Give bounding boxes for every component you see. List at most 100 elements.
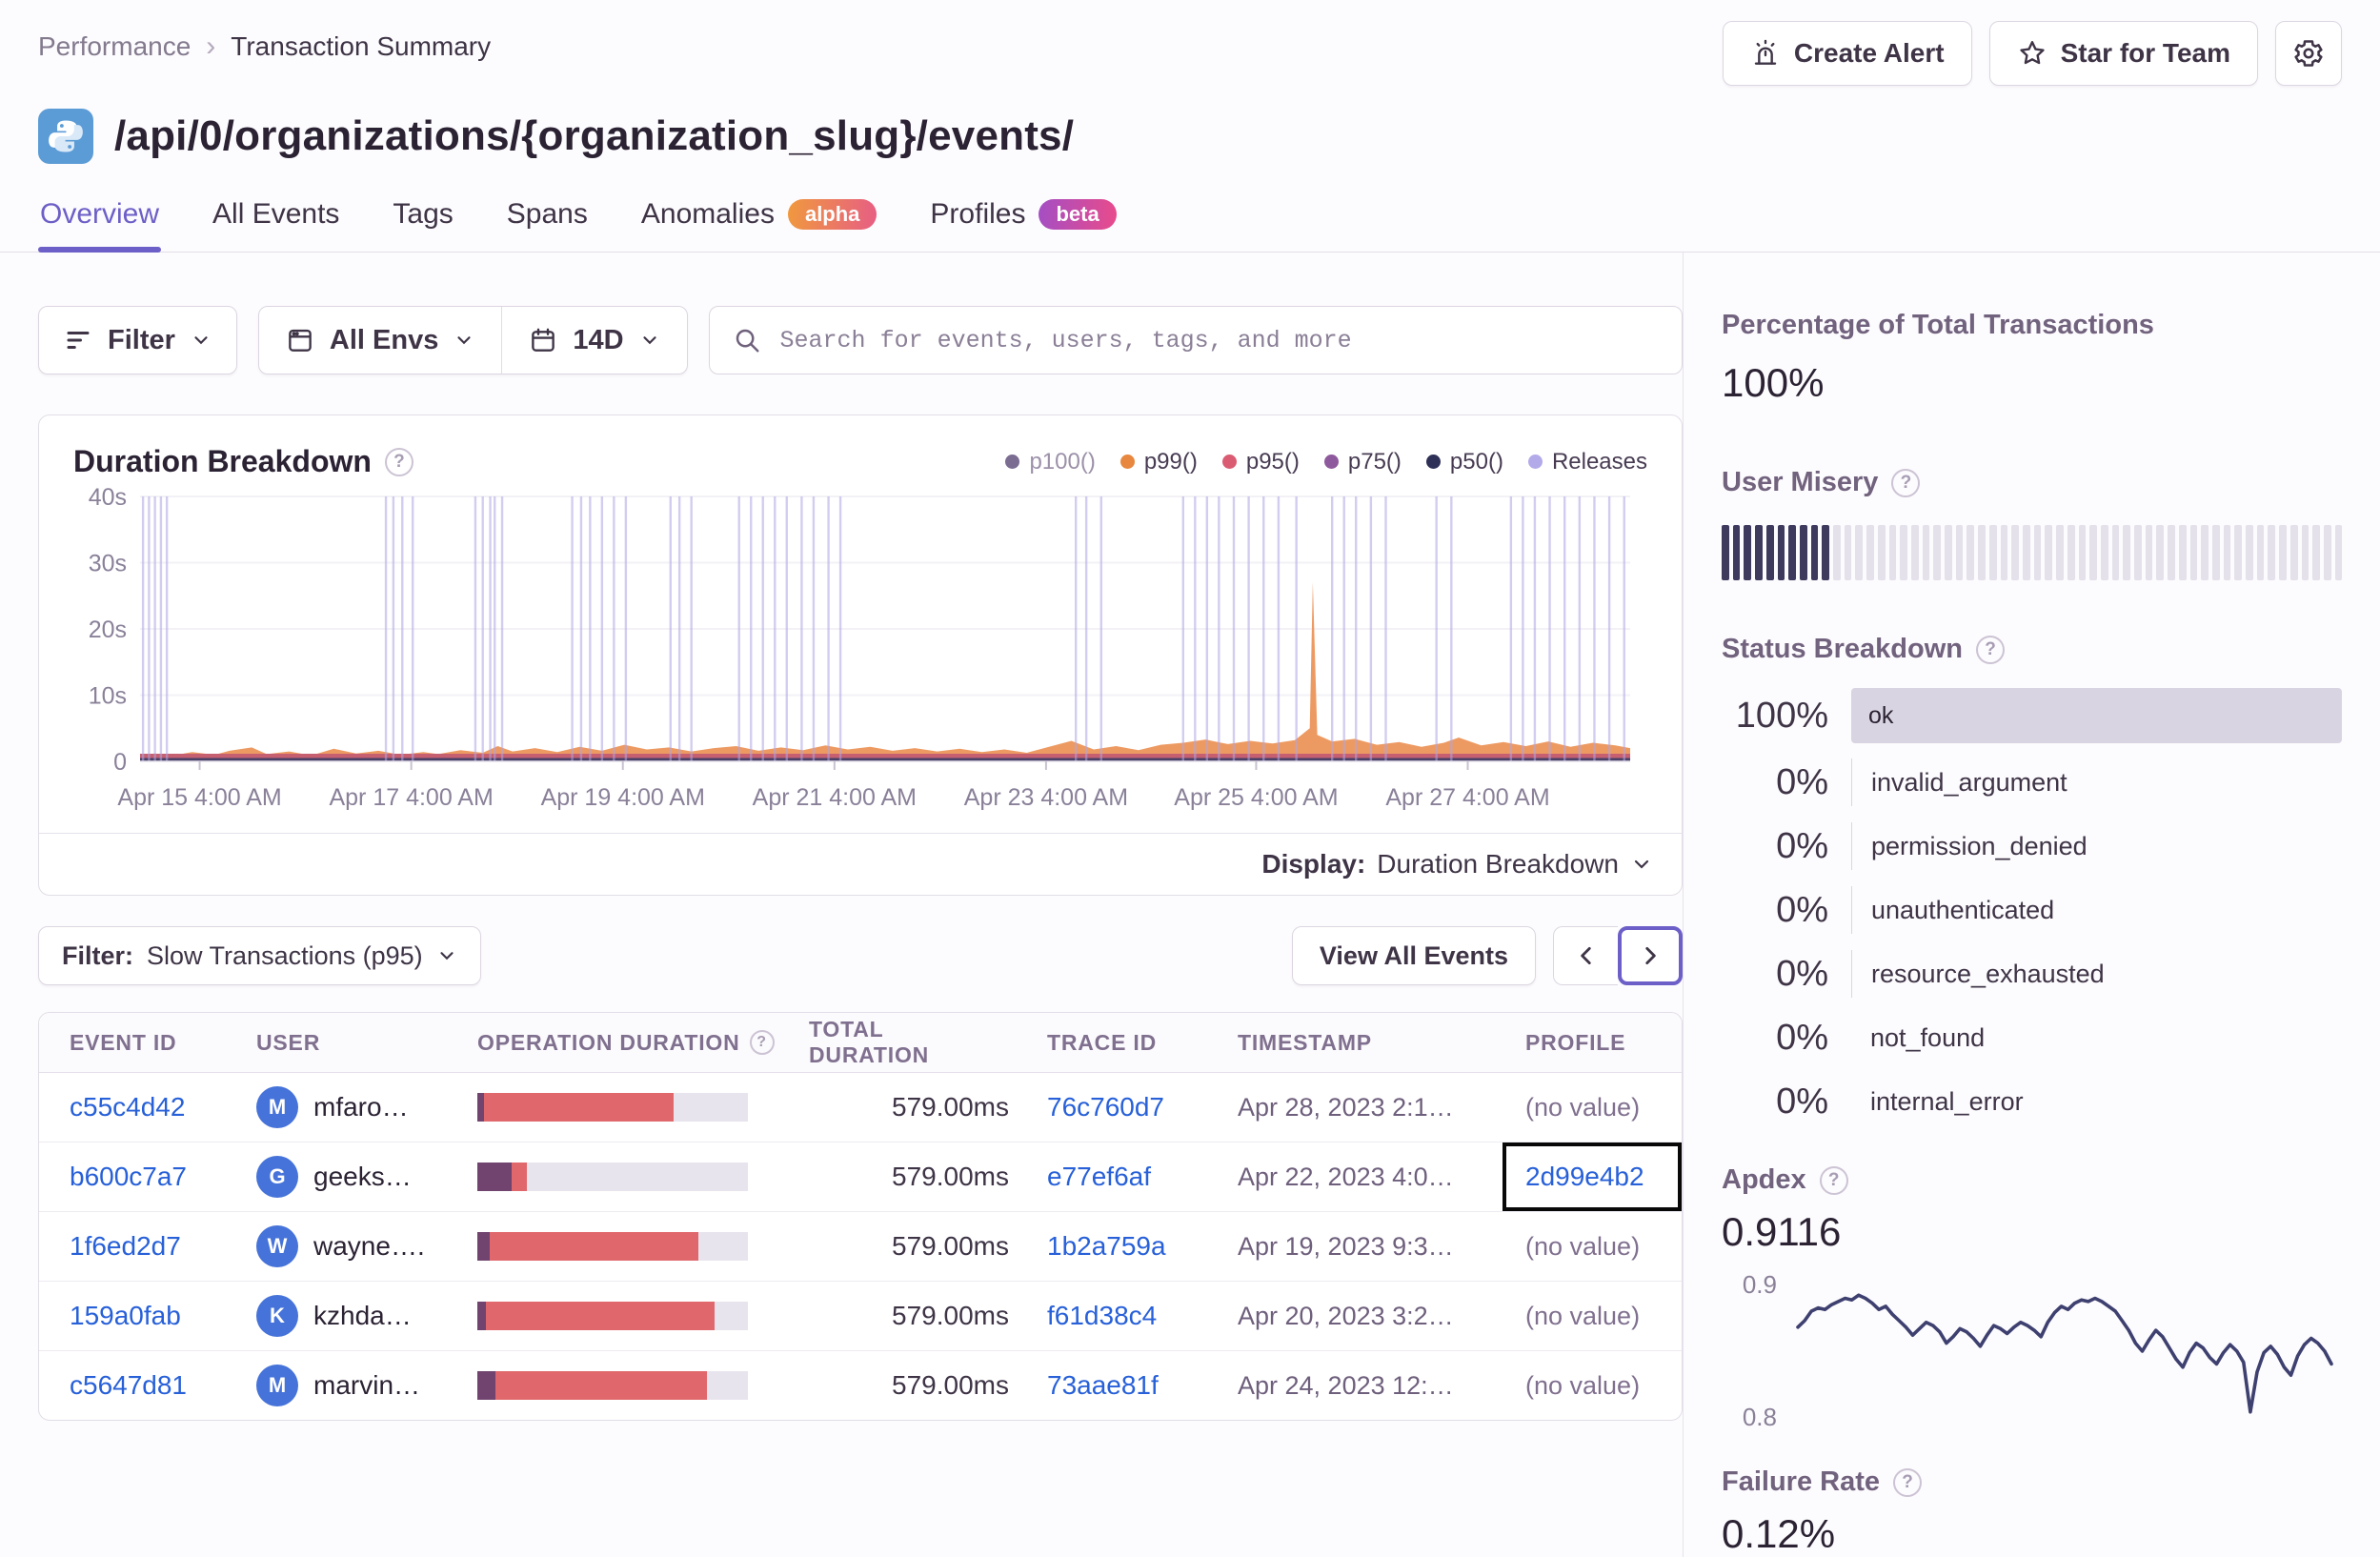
legend-item-p99[interactable]: p99() [1119,449,1198,475]
column-header-event-id: EVENT ID [70,1029,177,1055]
misery-bar [2011,525,2019,580]
avatar: M [256,1086,298,1128]
misery-bar [1988,525,1997,580]
trace-id-link[interactable]: 76c760d7 [1047,1092,1164,1122]
event-id-cell: c55c4d42 [39,1073,226,1142]
events-toolbar: Filter: Slow Transactions (p95) View All… [38,926,1683,985]
tab-anomalies[interactable]: Anomalies alpha [639,192,879,252]
help-icon[interactable]: ? [1819,1165,1848,1195]
star-for-team-button[interactable]: Star for Team [1988,21,2258,86]
tab-all-events[interactable]: All Events [211,192,341,252]
status-label: invalid_argument [1851,758,2342,806]
legend-item-p50[interactable]: p50() [1425,449,1503,475]
view-all-events-button[interactable]: View All Events [1291,926,1536,985]
operation-duration-cell [447,1282,778,1350]
misery-bar [2067,525,2075,580]
chevron-down-icon[interactable] [1630,853,1653,876]
previous-page-button[interactable] [1553,926,1618,985]
tab-spans[interactable]: Spans [505,192,590,252]
status-label: unauthenticated [1851,886,2342,934]
legend-item-p100[interactable]: p100() [1005,449,1096,475]
legend-dot [1221,455,1237,469]
help-icon[interactable]: ? [749,1030,775,1055]
misery-bar [1844,525,1852,580]
user-cell: Kkzhda… [226,1282,447,1350]
misery-bar [2000,525,2008,580]
legend-item-p95[interactable]: p95() [1221,449,1300,475]
misery-bar [2279,525,2287,580]
misery-bar [2211,525,2220,580]
page-header: Performance › Transaction Summary Create… [0,0,2380,86]
profile-link[interactable]: 2d99e4b2 [1525,1162,1644,1192]
event-id-link[interactable]: 1f6ed2d7 [70,1231,181,1262]
settings-button[interactable] [2275,21,2342,86]
op-duration-bar [477,1371,748,1400]
avatar: K [256,1295,298,1337]
search-input[interactable] [777,325,1659,355]
event-id-link[interactable]: 159a0fab [70,1301,181,1331]
status-percentage: 100% [1735,695,1828,736]
misery-bar [2145,525,2153,580]
help-icon[interactable]: ? [1893,1467,1922,1497]
trace-id-link[interactable]: 1b2a759a [1047,1231,1166,1262]
profile-cell: (no value) [1503,1282,1682,1350]
date-range-dropdown[interactable]: 14D [502,307,686,374]
slow-transactions-filter-dropdown[interactable]: Filter: Slow Transactions (p95) [38,926,481,985]
create-alert-button[interactable]: Create Alert [1722,21,1972,86]
misery-bar [2123,525,2131,580]
status-row-internal_error: 0% internal_error [1722,1077,2342,1126]
status-breakdown-list: 100% ok 0% invalid_argument 0% permission_den… [1722,688,2342,1126]
trace-id-link[interactable]: e77ef6af [1047,1162,1151,1192]
legend-item-Releases[interactable]: Releases [1527,449,1647,475]
misery-bar [2045,525,2053,580]
help-icon[interactable]: ? [1976,635,2005,664]
events-filter-value: Slow Transactions (p95) [147,940,423,970]
trace-id-cell: f61d38c4 [1017,1282,1207,1350]
event-id-link[interactable]: c55c4d42 [70,1092,185,1122]
profile-cell: (no value) [1503,1073,1682,1142]
duration-breakdown-title: Duration Breakdown [73,444,372,478]
timestamp: Apr 20, 2023 3:2… [1238,1301,1454,1330]
misery-bar [2289,525,2298,580]
total-duration-cell: 579.00ms [892,1162,1009,1191]
tab-overview[interactable]: Overview [38,192,162,253]
breadcrumb-performance[interactable]: Performance [38,31,191,62]
breadcrumb-current: Transaction Summary [231,31,492,61]
svg-text:Apr 19 4:00 AM: Apr 19 4:00 AM [541,784,705,811]
environment-dropdown[interactable]: All Envs [259,307,501,374]
avatar: G [256,1156,298,1198]
misery-bar [1722,525,1729,580]
legend-item-p75[interactable]: p75() [1323,449,1402,475]
total-duration-cell: 579.00ms [892,1231,1009,1261]
operation-duration-cell [447,1351,778,1420]
svg-text:20s: 20s [89,617,127,643]
tab-bar: Overview All Events Tags Spans Anomalies… [38,192,2342,253]
pagination [1553,926,1683,985]
trace-id-link[interactable]: f61d38c4 [1047,1301,1157,1331]
trace-id-link[interactable]: 73aae81f [1047,1370,1159,1401]
next-page-button[interactable] [1618,926,1683,985]
help-icon[interactable]: ? [1891,468,1921,497]
op-duration-red-segment [490,1232,698,1261]
tab-tags[interactable]: Tags [391,192,454,252]
status-bar-ok: ok [1851,688,2342,743]
profile-no-value: (no value) [1525,1370,1641,1400]
event-id-link[interactable]: b600c7a7 [70,1162,187,1192]
filter-dropdown[interactable]: Filter [38,306,237,374]
trace-id-cell: 1b2a759a [1017,1212,1207,1281]
event-id-link[interactable]: c5647d81 [70,1370,187,1401]
timestamp: Apr 22, 2023 4:0… [1238,1162,1454,1191]
svg-text:40s: 40s [89,484,127,511]
tab-profiles[interactable]: Profiles beta [928,192,1118,252]
op-duration-bar [477,1093,748,1122]
timestamp-cell: Apr 28, 2023 2:1… [1207,1073,1503,1142]
tab-overview-label: Overview [40,198,160,230]
op-duration-purple-segment [477,1093,485,1122]
status-row-resource_exhausted: 0% resource_exhausted [1722,949,2342,999]
column-header-user: USER [256,1029,321,1055]
status-percentage: 0% [1776,953,1828,994]
help-icon[interactable]: ? [384,447,413,476]
svg-text:Apr 15 4:00 AM: Apr 15 4:00 AM [117,784,281,811]
misery-bar [2256,525,2265,580]
display-dropdown[interactable]: Duration Breakdown [1377,849,1619,880]
